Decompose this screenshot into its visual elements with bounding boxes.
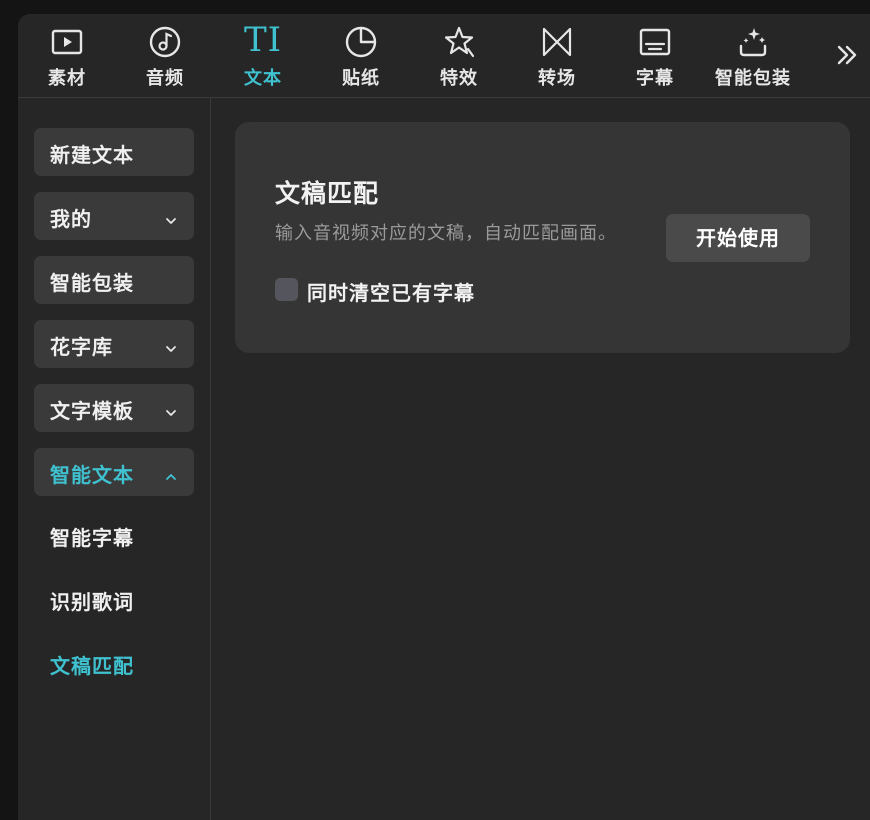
magic-sparkle-icon: [736, 25, 770, 59]
sidebar-item-mine[interactable]: 我的: [34, 192, 194, 240]
script-match-card: 文稿匹配 输入音视频对应的文稿，自动匹配画面。 开始使用 同时清空已有字幕: [235, 122, 850, 353]
sidebar-subitem-recognize-lyrics[interactable]: 识别歌词: [50, 586, 134, 616]
sidebar-subitem-script-match[interactable]: 文稿匹配: [50, 650, 134, 680]
sidebar-item-smart-text[interactable]: 智能文本: [34, 448, 194, 496]
sidebar-item-smart-package[interactable]: 智能包装: [34, 256, 194, 304]
tab-smart-package[interactable]: 智能包装: [704, 14, 802, 97]
subtitle-icon: [638, 25, 672, 59]
sidebar-item-label: 新建文本: [50, 143, 134, 167]
media-play-icon: [50, 25, 84, 59]
music-note-icon: [148, 25, 182, 59]
clear-subtitles-checkbox[interactable]: [275, 278, 298, 301]
sidebar-item-text-template[interactable]: 文字模板: [34, 384, 194, 432]
effect-star-icon: [442, 25, 476, 59]
chevron-down-icon: [164, 337, 178, 352]
sidebar-item-label: 文字模板: [50, 399, 134, 423]
chevron-down-icon: [164, 209, 178, 224]
tab-sticker-label: 贴纸: [342, 68, 380, 89]
text-ti-icon: TI: [243, 20, 283, 60]
tab-subtitle-label: 字幕: [636, 68, 674, 89]
tab-media[interactable]: 素材: [18, 14, 116, 97]
tab-effects-label: 特效: [440, 68, 478, 89]
tab-transition[interactable]: 转场: [508, 14, 606, 97]
tab-text[interactable]: TI 文本: [214, 14, 312, 97]
sidebar-item-fancy-text[interactable]: 花字库: [34, 320, 194, 368]
sidebar-item-label: 智能文本: [50, 463, 134, 487]
clear-subtitles-label: 同时清空已有字幕: [307, 281, 475, 305]
card-title: 文稿匹配: [275, 179, 380, 208]
tab-audio[interactable]: 音频: [116, 14, 214, 97]
chevron-up-icon: [164, 465, 178, 480]
app-window: 素材 音频 TI 文本 贴纸 特效 转场 字幕 智能包装 新建文本 我的 智能包…: [18, 14, 870, 820]
sticker-icon: [344, 25, 378, 59]
tab-sticker[interactable]: 贴纸: [312, 14, 410, 97]
start-button[interactable]: 开始使用: [666, 214, 810, 262]
double-chevron-right-icon[interactable]: [832, 40, 862, 70]
tab-effects[interactable]: 特效: [410, 14, 508, 97]
sidebar-item-label: 智能包装: [50, 271, 134, 295]
card-description: 输入音视频对应的文稿，自动匹配画面。: [275, 223, 617, 244]
top-toolbar: 素材 音频 TI 文本 贴纸 特效 转场 字幕 智能包装: [18, 14, 870, 98]
sidebar-item-label: 花字库: [50, 335, 113, 359]
sidebar-subitem-smart-subtitle[interactable]: 智能字幕: [50, 522, 134, 552]
tab-audio-label: 音频: [146, 68, 184, 89]
sidebar-item-label: 我的: [50, 207, 92, 231]
sidebar-item-new-text[interactable]: 新建文本: [34, 128, 194, 176]
tab-media-label: 素材: [48, 68, 86, 89]
tab-smart-package-label: 智能包装: [715, 68, 791, 89]
tab-transition-label: 转场: [538, 68, 576, 89]
tab-subtitle[interactable]: 字幕: [606, 14, 704, 97]
chevron-down-icon: [164, 401, 178, 416]
tab-text-label: 文本: [244, 68, 282, 89]
sidebar: 新建文本 我的 智能包装 花字库 文字模板 智能文本 智能字幕 识别歌词 文稿匹…: [18, 98, 211, 820]
transition-icon: [540, 25, 574, 59]
